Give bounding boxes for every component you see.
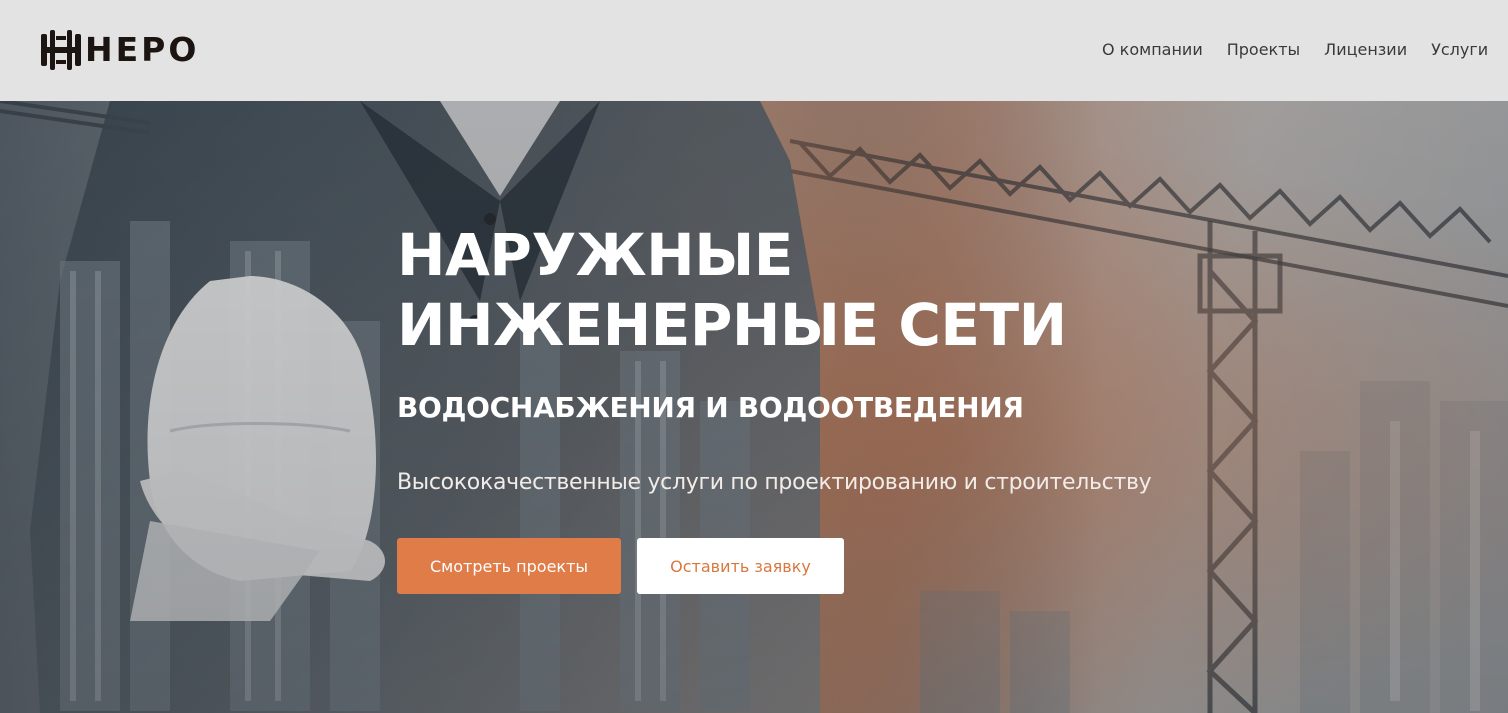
nav-item-services[interactable]: Услуги (1431, 39, 1488, 61)
main-nav: О компании Проекты Лицензии Услуги (1102, 39, 1488, 61)
hero-subtitle: ВОДОСНАБЖЕНИЯ И ВОДООТВЕДЕНИЯ (397, 391, 1024, 424)
nav-item-projects[interactable]: Проекты (1227, 39, 1300, 61)
hero-tagline: Высококачественные услуги по проектирова… (397, 470, 1152, 495)
logo-text: НЕРО (85, 30, 200, 69)
logo-link[interactable]: НЕРО (38, 28, 199, 72)
submit-request-button[interactable]: Оставить заявку (637, 538, 844, 594)
hero-title-line1: НАРУЖНЫЕ (397, 221, 793, 289)
view-projects-button[interactable]: Смотреть проекты (397, 538, 621, 594)
logo-icon (41, 30, 81, 70)
nav-item-about[interactable]: О компании (1102, 39, 1203, 61)
hero-section: НАРУЖНЫЕ ИНЖЕНЕРНЫЕ СЕТИ ВОДОСНАБЖЕНИЯ И… (0, 101, 1508, 713)
nav-item-licenses[interactable]: Лицензии (1324, 39, 1407, 61)
hero-title-line2: ИНЖЕНЕРНЫЕ СЕТИ (397, 291, 1067, 359)
site-header: НЕРО О компании Проекты Лицензии Услуги (0, 0, 1508, 101)
